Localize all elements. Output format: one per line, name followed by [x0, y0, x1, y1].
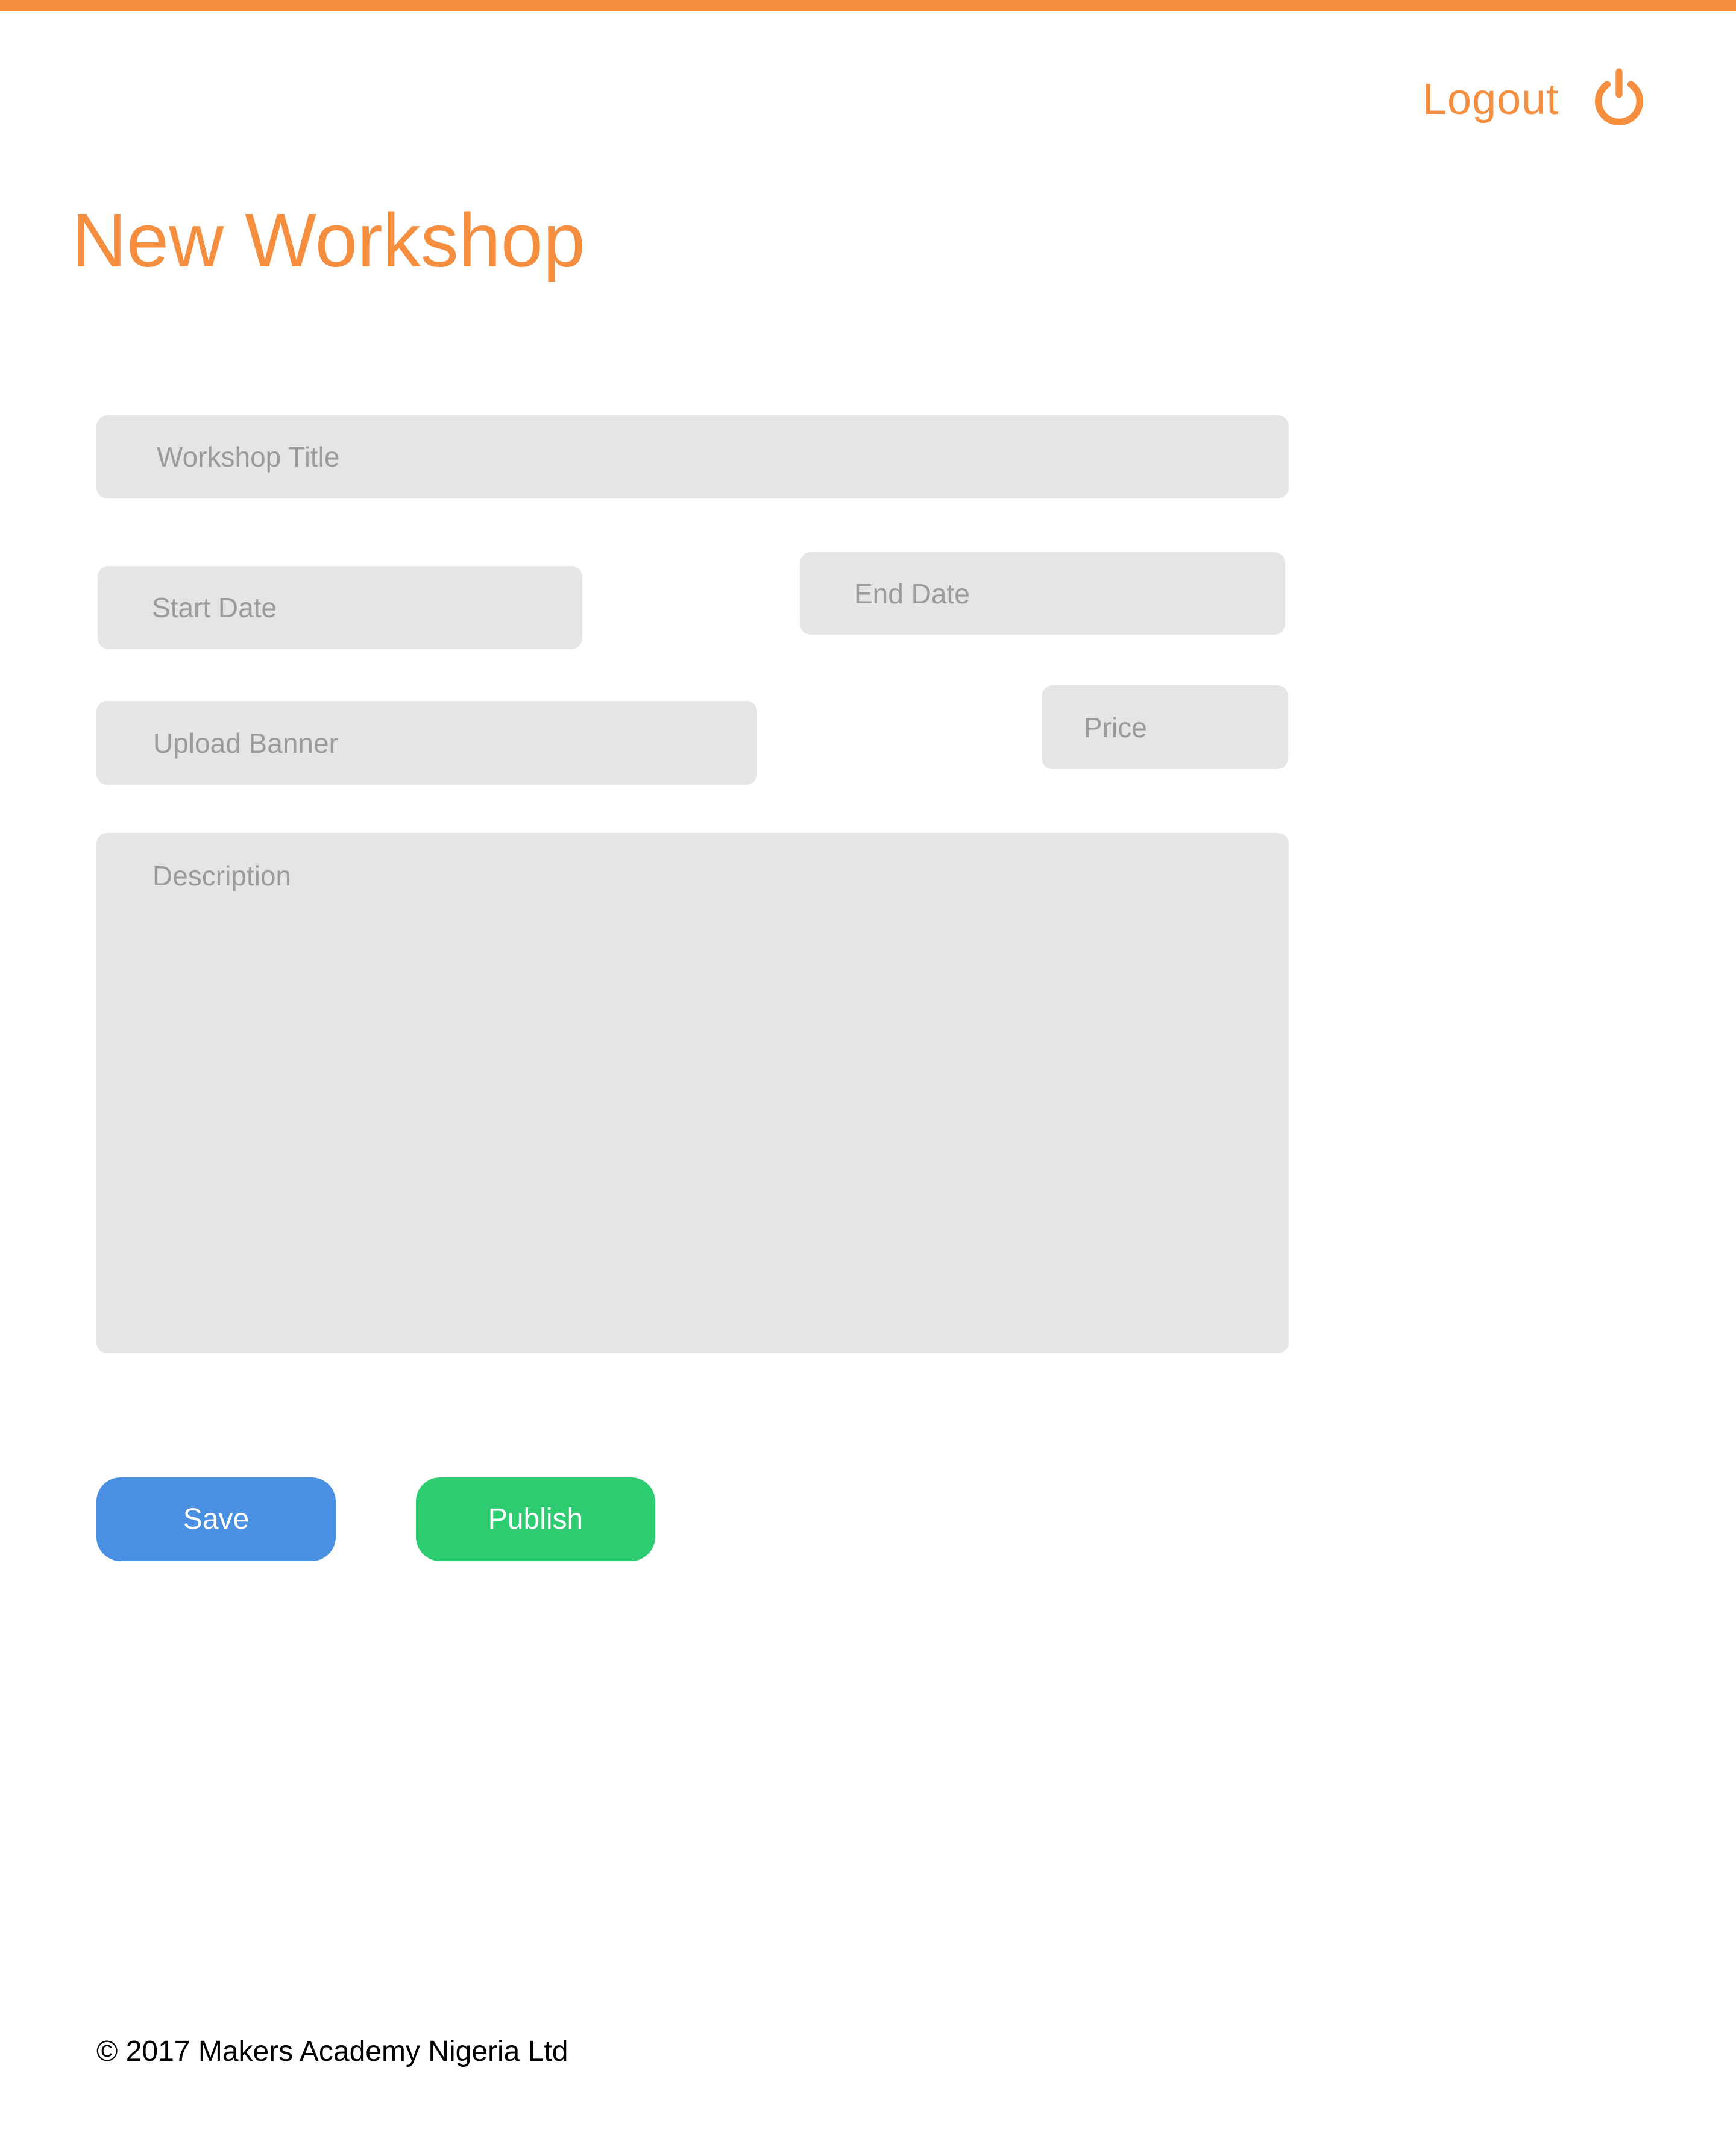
save-button-label: Save [183, 1503, 250, 1535]
price-input[interactable]: Price [1042, 685, 1288, 769]
description-placeholder: Description [153, 860, 292, 891]
upload-banner-placeholder: Upload Banner [153, 727, 338, 759]
workshop-title-placeholder: Workshop Title [157, 441, 340, 473]
power-icon[interactable] [1588, 68, 1650, 131]
publish-button-label: Publish [488, 1503, 583, 1535]
footer-copyright: © 2017 Makers Academy Nigeria Ltd [96, 2035, 568, 2067]
top-accent-bar [0, 0, 1736, 11]
logout-button[interactable]: Logout [1423, 60, 1650, 139]
logout-label: Logout [1423, 75, 1559, 124]
publish-button[interactable]: Publish [416, 1477, 655, 1561]
end-date-input[interactable]: End Date [800, 552, 1285, 635]
upload-banner-input[interactable]: Upload Banner [96, 701, 757, 785]
price-placeholder: Price [1084, 711, 1147, 743]
save-button[interactable]: Save [96, 1477, 336, 1561]
start-date-input[interactable]: Start Date [98, 566, 582, 649]
end-date-placeholder: End Date [854, 577, 970, 609]
workshop-title-input[interactable]: Workshop Title [96, 415, 1289, 498]
page-title: New Workshop [72, 198, 585, 283]
description-textarea[interactable]: Description [96, 833, 1289, 1353]
start-date-placeholder: Start Date [152, 592, 277, 623]
